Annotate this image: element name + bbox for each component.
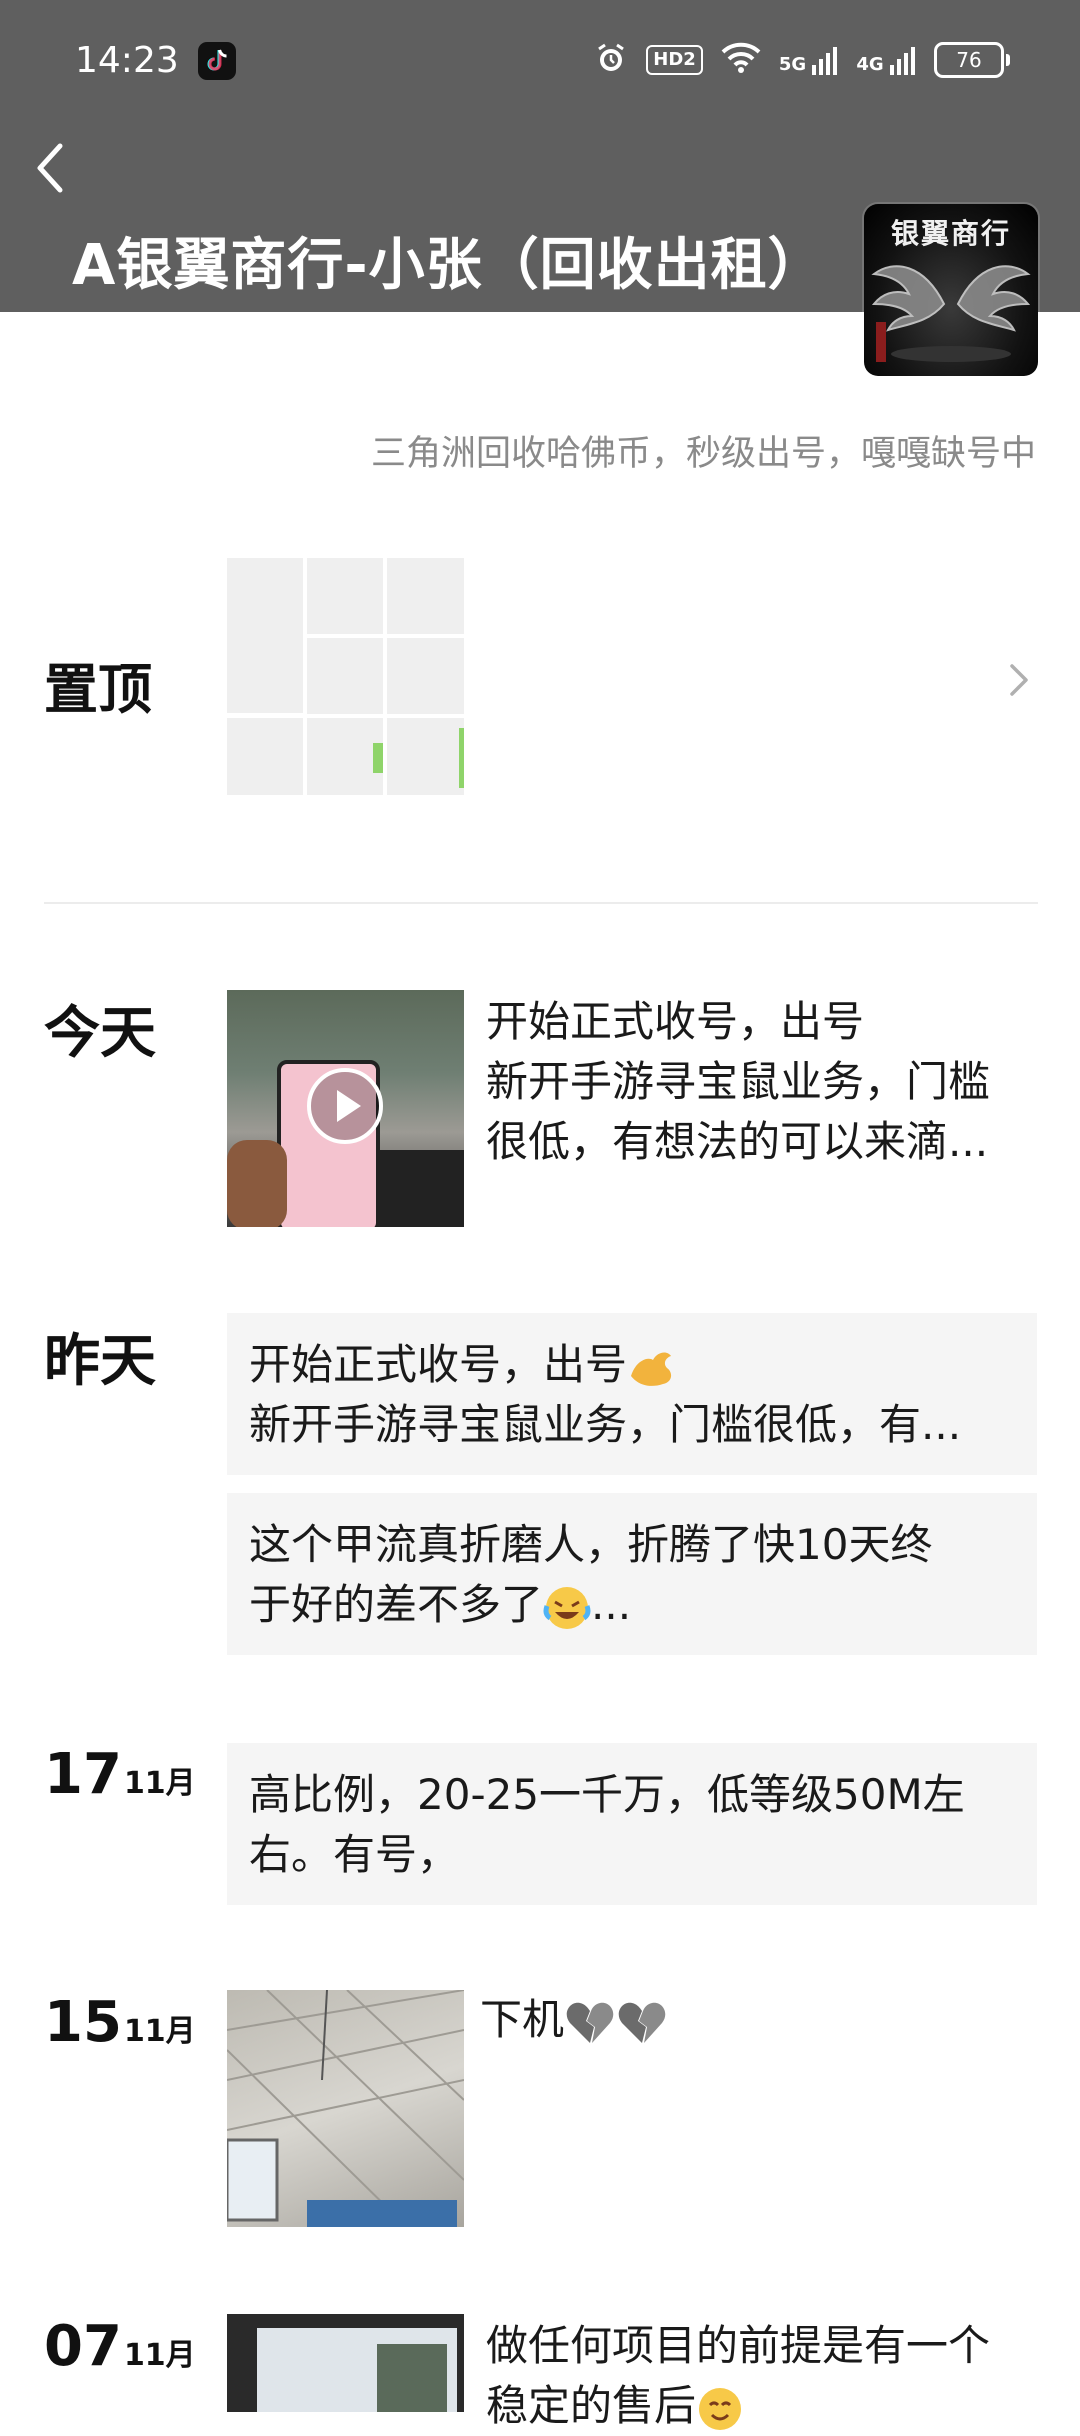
pinned-thumb-accent (459, 728, 464, 788)
photo-thumbnail[interactable] (227, 2314, 464, 2412)
post-line: 新开手游寻宝鼠业务，门槛很低，有... (249, 1400, 962, 1449)
post-line: 右。有号， (249, 1830, 460, 1879)
post-text-15[interactable]: 下机 (480, 1990, 1040, 2050)
date-label-yesterday: 昨天 (44, 1329, 156, 1394)
date-label-today: 今天 (44, 1001, 156, 1066)
post-line: 下机 (480, 1990, 1040, 2050)
pinned-thumb (387, 638, 464, 714)
pinned-thumb (307, 638, 383, 714)
hugging-face-emoji-icon (699, 2387, 742, 2430)
signal-4g-label: 4G (856, 54, 884, 75)
post-line: 开始正式收号，出号 (486, 997, 865, 1046)
broken-heart-icon (566, 2002, 614, 2043)
pinned-label: 置顶 (44, 658, 152, 721)
date-month: 11月 (123, 1766, 196, 1801)
section-divider (44, 902, 1038, 904)
pinned-thumb (307, 558, 383, 634)
signal-4g-icon: 4G (856, 45, 916, 75)
play-icon (307, 1068, 383, 1144)
date-day: 17 (44, 1742, 122, 1807)
status-bar: 14:23 HD2 5G 4G 76 (0, 0, 1080, 124)
date-month: 11月 (123, 2338, 196, 2373)
ceiling-photo (227, 1990, 464, 2227)
pinned-thumb (387, 558, 464, 634)
post-line: 新开手游寻宝鼠业务，门槛 (486, 1057, 991, 1106)
post-line: 于好的差不多了... (249, 1575, 1015, 1635)
page-title: A银翼商行-小张（回收出租） (72, 233, 825, 298)
post-bubble[interactable]: 高比例，20-25一千万，低等级50M左 右。有号， (227, 1743, 1037, 1905)
hd-voice-icon: HD2 (646, 45, 703, 75)
pinned-more-button[interactable] (1004, 660, 1034, 700)
pinned-posts-preview[interactable] (227, 558, 464, 795)
post-line: 稳定的售后 (486, 2376, 1046, 2436)
post-text-today[interactable]: 开始正式收号，出号 新开手游寻宝鼠业务，门槛 很低，有想法的可以来滴... (486, 992, 1046, 1172)
date-day: 07 (44, 2314, 122, 2379)
date-label-15: 1511月 (44, 1990, 196, 2055)
back-button[interactable] (30, 140, 80, 200)
date-label-17: 1711月 (44, 1742, 196, 1807)
status-icons: HD2 5G 4G 76 (594, 40, 1010, 80)
status-time: 14:23 (75, 40, 179, 81)
date-label-07: 0711月 (44, 2314, 196, 2379)
signal-5g-label: 5G (778, 54, 807, 75)
post-text-07[interactable]: 做任何项目的前提是有一个 稳定的售后 (486, 2316, 1046, 2436)
pinned-thumb (307, 718, 383, 795)
post-bubble[interactable]: 这个甲流真折磨人，折腾了快10天终 于好的差不多了... (227, 1493, 1037, 1655)
pinned-thumb (387, 718, 464, 795)
avatar-logo-text: 银翼商行 (890, 217, 1011, 250)
pinned-thumb-accent (373, 743, 383, 773)
broken-heart-icon (618, 2002, 666, 2043)
date-day: 15 (44, 1990, 122, 2055)
post-line: 很低，有想法的可以来滴... (486, 1117, 989, 1166)
tiktok-app-icon (198, 42, 236, 80)
profile-avatar[interactable]: 银翼商行 (864, 204, 1038, 376)
date-month: 11月 (123, 2014, 196, 2049)
signal-5g-icon: 5G (779, 45, 839, 75)
post-line: 开始正式收号，出号 (249, 1335, 1015, 1395)
chevron-left-icon (37, 143, 63, 193)
battery-icon: 76 (934, 42, 1010, 78)
post-line: 做任何项目的前提是有一个 (486, 2321, 991, 2370)
flexed-biceps-icon (631, 1352, 672, 1386)
wifi-icon (721, 42, 761, 78)
alarm-icon (594, 41, 628, 79)
post-bubble[interactable]: 开始正式收号，出号 新开手游寻宝鼠业务，门槛很低，有... (227, 1313, 1037, 1475)
post-line: 这个甲流真折磨人，折腾了快10天终 (249, 1520, 933, 1569)
pinned-thumb (227, 718, 303, 795)
photo-thumbnail[interactable] (227, 1990, 464, 2227)
pinned-thumb (227, 558, 303, 713)
hand-shape (227, 1140, 287, 1227)
video-thumbnail[interactable] (227, 990, 464, 1227)
dashboard-strip (377, 1150, 464, 1227)
profile-signature: 三角洲回收哈佛币，秒级出号，嘎嘎缺号中 (370, 434, 1036, 474)
laughing-tears-emoji-icon (543, 1586, 591, 1629)
post-line: 高比例，20-25一千万，低等级50M左 (249, 1770, 965, 1819)
monitor-map (377, 2344, 447, 2412)
chevron-right-icon (1010, 664, 1028, 696)
